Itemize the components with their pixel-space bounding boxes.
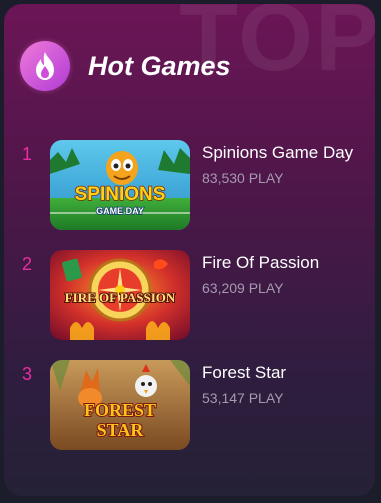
game-rank: 3 xyxy=(22,364,33,384)
game-name[interactable]: Forest Star xyxy=(202,362,367,384)
fire-of-passion-logo-text: FIRE OF PASSION xyxy=(65,290,176,305)
game-play-count: 63,209 PLAY xyxy=(202,280,284,296)
game-rank: 2 xyxy=(22,254,33,274)
game-row[interactable]: 1 SPINIONS GAME DAY Spinions Game Day 83… xyxy=(4,140,375,232)
game-rank: 1 xyxy=(22,144,33,164)
spinions-logo-subtext: GAME DAY xyxy=(96,206,144,216)
game-name[interactable]: Fire Of Passion xyxy=(202,252,367,274)
game-info: Fire Of Passion 63,209 PLAY xyxy=(202,252,367,296)
game-info: Spinions Game Day 83,530 PLAY xyxy=(202,142,367,186)
game-play-count: 53,147 PLAY xyxy=(202,390,284,406)
game-thumbnail-spinions[interactable]: SPINIONS GAME DAY xyxy=(50,140,190,230)
fire-icon xyxy=(20,41,70,91)
game-info: Forest Star 53,147 PLAY xyxy=(202,362,367,406)
game-thumbnail-forest-star[interactable]: FOREST STAR xyxy=(50,360,190,450)
spinions-logo-text: SPINIONS xyxy=(75,184,166,205)
hot-games-panel: TOP Hot Games 1 SPINIONS GAME DAY Spinio… xyxy=(4,4,375,496)
game-thumbnail-fire-of-passion[interactable]: FIRE OF PASSION xyxy=(50,250,190,340)
panel-header: Hot Games xyxy=(20,40,231,92)
game-row[interactable]: 2 FIRE OF PASSION Fire Of Passion 63,209… xyxy=(4,250,375,342)
game-play-count: 83,530 PLAY xyxy=(202,170,284,186)
forest-star-logo-line1: FOREST xyxy=(84,400,156,420)
forest-star-logo-line2: STAR xyxy=(97,420,145,440)
game-name[interactable]: Spinions Game Day xyxy=(202,142,367,164)
game-row[interactable]: 3 FOREST STAR Forest Star 53,147 PLAY xyxy=(4,360,375,452)
panel-title: Hot Games xyxy=(88,50,231,81)
